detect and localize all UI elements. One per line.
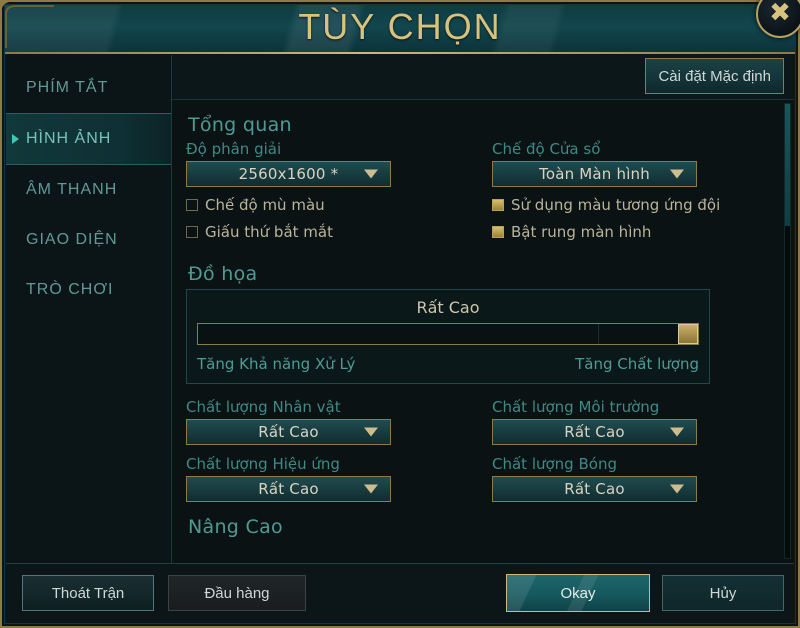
environment-quality-label: Chất lượng Môi trường <box>492 398 660 416</box>
close-x-icon: ✖ <box>769 0 791 28</box>
slider-left-label: Tăng Khả năng Xử Lý <box>197 355 356 373</box>
checkbox-hide-eyecandy[interactable]: Giấu thứ bắt mắt <box>186 223 478 241</box>
slider-thumb[interactable] <box>678 324 698 344</box>
sidebar: PHÍM TẮT HÌNH ẢNH ÂM THANH GIAO DIỆN TRÒ… <box>6 55 172 563</box>
slider-tick <box>598 324 599 344</box>
options-window: TÙY CHỌN ✖ PHÍM TẮT HÌNH ẢNH ÂM THANH GI… <box>0 0 800 628</box>
exit-match-button[interactable]: Thoát Trận <box>22 575 154 611</box>
character-quality-label: Chất lượng Nhân vật <box>186 398 341 416</box>
effects-quality-label: Chất lượng Hiệu ứng <box>186 455 340 473</box>
vertical-scrollbar[interactable] <box>784 103 791 559</box>
effects-quality-dropdown[interactable]: Rất Cao <box>186 476 391 502</box>
active-caret-icon <box>12 134 19 144</box>
window-mode-group: Chế độ Cửa sổ Toàn Màn hình Sử dụng màu … <box>478 140 770 241</box>
slider-right-label: Tăng Chất lượng <box>575 355 699 373</box>
panel-toolbar: Cài đặt Mặc định <box>172 55 794 100</box>
checkbox-label: Chế độ mù màu <box>205 196 325 214</box>
sidebar-item-label: HÌNH ẢNH <box>26 130 112 147</box>
chevron-down-icon <box>670 169 684 179</box>
settings-content: Tổng quan Độ phân giải 2560x1600 * Chế đ… <box>172 100 794 563</box>
resolution-value: 2560x1600 * <box>238 165 339 183</box>
quality-dropdown-grid: Chất lượng Nhân vật Rất Cao Chất lượng M… <box>186 398 770 502</box>
effects-quality-group: Chất lượng Hiệu ứng Rất Cao <box>186 455 478 502</box>
graphics-slider-value: Rất Cao <box>416 298 480 317</box>
scrollbar-thumb[interactable] <box>785 104 790 226</box>
resolution-group: Độ phân giải 2560x1600 * Chế độ mù màu G… <box>186 140 478 241</box>
corner-ornament-icon <box>0 0 54 48</box>
checkbox-label: Giấu thứ bắt mắt <box>205 223 333 241</box>
checkbox-box <box>492 199 504 211</box>
shadow-quality-label: Chất lượng Bóng <box>492 455 617 473</box>
section-heading-graphics: Đồ họa <box>188 263 258 285</box>
chevron-down-icon <box>670 427 684 437</box>
checkbox-team-colors[interactable]: Sử dụng màu tương ứng đội <box>492 196 770 214</box>
window-mode-value: Toàn Màn hình <box>539 165 650 183</box>
sidebar-item-label: ÂM THANH <box>26 181 118 198</box>
shadow-quality-group: Chất lượng Bóng Rất Cao <box>478 455 770 502</box>
sidebar-item-audio[interactable]: ÂM THANH <box>6 165 171 215</box>
checkbox-label: Bật rung màn hình <box>511 223 652 241</box>
checkbox-box <box>186 199 198 211</box>
chevron-down-icon <box>364 427 378 437</box>
section-heading-advanced: Nâng Cao <box>188 516 283 538</box>
sidebar-item-label: GIAO DIỆN <box>26 231 118 248</box>
checkbox-box <box>492 226 504 238</box>
sidebar-item-label: PHÍM TẮT <box>26 79 109 96</box>
window-mode-dropdown[interactable]: Toàn Màn hình <box>492 161 697 187</box>
chevron-down-icon <box>364 484 378 494</box>
title-bar: TÙY CHỌN <box>4 4 796 54</box>
checkbox-colorblind-mode[interactable]: Chế độ mù màu <box>186 196 478 214</box>
sidebar-item-interface[interactable]: GIAO DIỆN <box>6 215 171 265</box>
character-quality-dropdown[interactable]: Rất Cao <box>186 419 391 445</box>
cancel-button[interactable]: Hủy <box>662 575 784 611</box>
shadow-quality-dropdown[interactable]: Rất Cao <box>492 476 697 502</box>
environment-quality-dropdown[interactable]: Rất Cao <box>492 419 697 445</box>
footer-bar: Thoát Trận Đầu hàng Okay Hủy <box>6 563 794 622</box>
chevron-down-icon <box>670 484 684 494</box>
character-quality-value: Rất Cao <box>258 423 319 441</box>
character-quality-group: Chất lượng Nhân vật Rất Cao <box>186 398 478 445</box>
section-heading-overview: Tổng quan <box>188 114 292 136</box>
sidebar-item-game[interactable]: TRÒ CHƠI <box>6 265 171 315</box>
sidebar-item-hotkeys[interactable]: PHÍM TẮT <box>6 63 171 113</box>
resolution-label: Độ phân giải <box>186 140 282 158</box>
window-mode-label: Chế độ Cửa sổ <box>492 140 601 158</box>
default-settings-button[interactable]: Cài đặt Mặc định <box>645 58 784 94</box>
shadow-quality-value: Rất Cao <box>564 480 625 498</box>
page-title: TÙY CHỌN <box>298 6 502 47</box>
checkbox-screen-shake[interactable]: Bật rung màn hình <box>492 223 770 241</box>
sidebar-item-video[interactable]: HÌNH ẢNH <box>6 113 171 165</box>
surrender-button[interactable]: Đầu hàng <box>168 575 306 611</box>
okay-button[interactable]: Okay <box>506 574 650 612</box>
graphics-quality-box: Rất Cao Tăng Khả năng Xử Lý Tăng Chất lư… <box>186 289 710 384</box>
environment-quality-group: Chất lượng Môi trường Rất Cao <box>478 398 770 445</box>
effects-quality-value: Rất Cao <box>258 480 319 498</box>
main-panel: Cài đặt Mặc định Tổng quan Độ phân giải … <box>172 55 794 563</box>
graphics-quality-slider[interactable] <box>197 323 699 345</box>
environment-quality-value: Rất Cao <box>564 423 625 441</box>
checkbox-box <box>186 226 198 238</box>
checkbox-label: Sử dụng màu tương ứng đội <box>511 196 721 214</box>
resolution-dropdown[interactable]: 2560x1600 * <box>186 161 391 187</box>
sidebar-item-label: TRÒ CHƠI <box>26 281 114 298</box>
chevron-down-icon <box>364 169 378 179</box>
